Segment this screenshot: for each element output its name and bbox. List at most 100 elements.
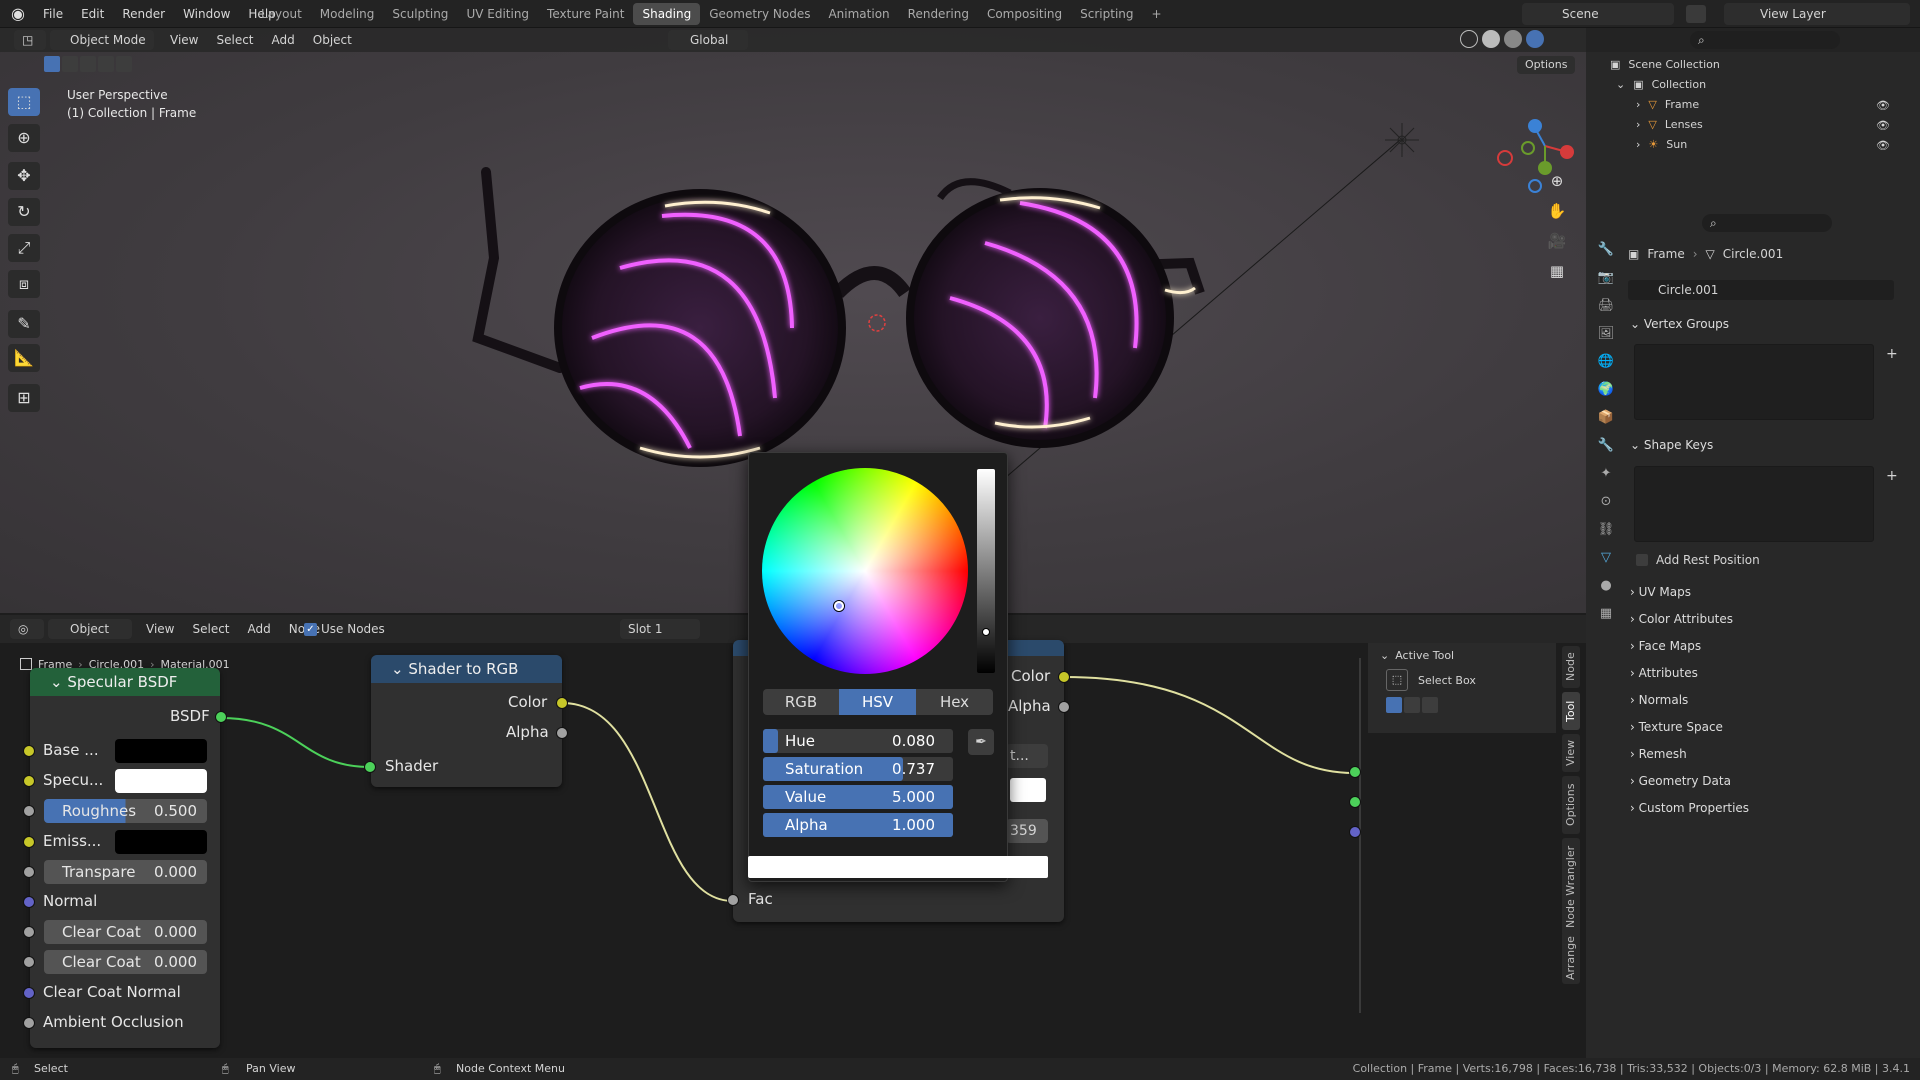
base-color-socket[interactable] — [23, 745, 35, 757]
outliner-item-frame[interactable]: › ▽ Frame — [1636, 94, 1699, 114]
ambient-occlusion-socket[interactable] — [23, 1017, 35, 1029]
roughness-socket[interactable] — [23, 805, 35, 817]
bsdf-output-socket[interactable] — [215, 711, 227, 723]
new-scene-icon[interactable] — [1686, 5, 1706, 23]
props-breadcrumb-mesh[interactable]: Circle.001 — [1723, 247, 1783, 261]
tab-geometry-nodes[interactable]: Geometry Nodes — [700, 3, 819, 25]
sidebar-tab-options[interactable]: Options — [1562, 776, 1580, 834]
mix-alpha-socket[interactable] — [1058, 701, 1070, 713]
select-box-tool[interactable]: ⬚ — [8, 88, 40, 116]
tab-shading[interactable]: Shading — [633, 3, 701, 25]
add-rest-position-checkbox[interactable] — [1636, 554, 1648, 566]
vertex-groups-header[interactable]: ⌄ Vertex Groups — [1630, 312, 1910, 336]
shape-keys-header[interactable]: ⌄ Shape Keys — [1630, 433, 1910, 457]
measure-tool[interactable]: 📐 — [8, 344, 40, 372]
expand-arrow-icon[interactable]: › — [1636, 118, 1640, 131]
normal-socket[interactable] — [23, 896, 35, 908]
color-wheel-cursor[interactable] — [834, 601, 844, 611]
options-button[interactable]: Options — [1517, 56, 1575, 74]
select-intersect-icon[interactable] — [116, 56, 132, 72]
visibility-icons[interactable]: 👁 👁 👁 — [1876, 96, 1890, 156]
clearcoat-socket[interactable] — [23, 926, 35, 938]
material-shading-icon[interactable] — [1504, 30, 1522, 48]
tab-modeling[interactable]: Modeling — [311, 3, 384, 25]
section-geometry-data[interactable]: › Geometry Data — [1630, 769, 1910, 793]
orientation-selector[interactable]: Global — [668, 30, 748, 50]
shape-keys-list[interactable] — [1634, 466, 1874, 542]
rendered-shading-icon[interactable] — [1526, 30, 1544, 48]
tab-animation[interactable]: Animation — [819, 3, 898, 25]
transform-tool[interactable]: ⧈ — [8, 270, 40, 298]
sidebar-tab-node-wrangler[interactable]: Node Wrangler — [1562, 838, 1580, 936]
vertex-groups-list[interactable] — [1634, 344, 1874, 420]
tab-uv-editing[interactable]: UV Editing — [457, 3, 538, 25]
properties-tabs[interactable]: 🔧 📷 🖨 🖼 🌐 🌍 📦 🔧 ✦ ⊙ ⛓ ▽ ● ▦ — [1594, 236, 1618, 736]
menu-view[interactable]: View — [170, 33, 198, 47]
section-attributes[interactable]: › Attributes — [1630, 661, 1910, 685]
tab-texture-paint[interactable]: Texture Paint — [538, 3, 633, 25]
output-surface-socket[interactable] — [1349, 766, 1361, 778]
menu-object[interactable]: Object — [313, 33, 352, 47]
select-new-icon[interactable] — [44, 56, 60, 72]
sidebar-tab-node[interactable]: Node — [1562, 646, 1580, 688]
section-color-attributes[interactable]: › Color Attributes — [1630, 607, 1910, 631]
outliner-item-lenses[interactable]: › ▽ Lenses — [1636, 114, 1703, 134]
scale-tool[interactable]: ⤢ — [8, 234, 40, 262]
clearcoat-normal-socket[interactable] — [23, 987, 35, 999]
menu-select[interactable]: Select — [216, 33, 253, 47]
editor-type-icon[interactable]: ◳ — [14, 30, 46, 50]
section-texture-space[interactable]: › Texture Space — [1630, 715, 1910, 739]
expand-arrow-icon[interactable]: ⌄ — [1616, 78, 1625, 91]
scene-selector[interactable]: Scene — [1522, 3, 1674, 25]
wireframe-shading-icon[interactable] — [1460, 30, 1478, 48]
tool-mode-subtract-icon[interactable] — [1422, 697, 1438, 713]
base-color-swatch[interactable] — [115, 739, 207, 763]
add-shape-key-icon[interactable]: + — [1886, 468, 1898, 484]
mesh-data-tab-icon[interactable]: ▽ — [1601, 550, 1611, 565]
mix-value-field[interactable]: 359 — [1006, 819, 1048, 843]
outliner-scene-collection[interactable]: ▣ Scene Collection — [1610, 54, 1720, 74]
emission-swatch[interactable] — [115, 830, 207, 854]
roughness-slider[interactable]: Roughnes 0.500 — [44, 799, 207, 823]
tab-scripting[interactable]: Scripting — [1071, 3, 1142, 25]
add-workspace-button[interactable]: + — [1143, 3, 1171, 25]
view-layer-selector[interactable]: View Layer — [1724, 3, 1910, 25]
select-invert-icon[interactable] — [98, 56, 114, 72]
menu-edit[interactable]: Edit — [72, 0, 113, 28]
tool-mode-new-icon[interactable] — [1386, 697, 1402, 713]
zoom-icon[interactable]: ⊕ — [1543, 168, 1571, 194]
tool-mode-extend-icon[interactable] — [1404, 697, 1420, 713]
saturation-field[interactable]: Saturation 0.737 — [763, 757, 953, 781]
mesh-name-field[interactable]: Circle.001 — [1628, 280, 1894, 300]
specular-socket[interactable] — [23, 775, 35, 787]
rotate-tool[interactable]: ↻ — [8, 198, 40, 226]
tab-sculpting[interactable]: Sculpting — [383, 3, 457, 25]
picker-tab-hex[interactable]: Hex — [916, 689, 993, 715]
add-cube-tool[interactable]: ⊞ — [8, 384, 40, 412]
expand-arrow-icon[interactable]: › — [1636, 138, 1640, 151]
pan-hand-icon[interactable]: ✋ — [1543, 198, 1571, 224]
add-rest-position-toggle[interactable]: Add Rest Position — [1636, 550, 1760, 570]
select-extend-icon[interactable] — [62, 56, 78, 72]
color-wheel[interactable] — [762, 468, 968, 674]
value-field[interactable]: Value 5.000 — [763, 785, 953, 809]
menu-file[interactable]: File — [34, 0, 72, 28]
outliner-item-sun[interactable]: › ☀ Sun — [1636, 134, 1687, 154]
sidebar-tab-view[interactable]: View — [1562, 734, 1580, 772]
move-tool[interactable]: ✥ — [8, 162, 40, 190]
transparency-slider[interactable]: Transpare 0.000 — [44, 860, 207, 884]
outliner-collection[interactable]: ⌄ ▣ Collection — [1616, 74, 1916, 94]
clearcoat-roughness-slider[interactable]: Clear Coat 0.000 — [44, 950, 207, 974]
active-tool-item[interactable]: ⬚ Select Box — [1368, 667, 1556, 693]
menu-render[interactable]: Render — [113, 0, 174, 28]
value-slider-handle[interactable] — [982, 628, 990, 636]
mix-fac-socket[interactable] — [727, 894, 739, 906]
tab-rendering[interactable]: Rendering — [899, 3, 978, 25]
specular-swatch[interactable] — [115, 769, 207, 793]
emission-socket[interactable] — [23, 836, 35, 848]
annotate-tool[interactable]: ✎ — [8, 310, 40, 338]
shader-rgb-color-socket[interactable] — [556, 697, 568, 709]
output-volume-socket[interactable] — [1349, 796, 1361, 808]
picker-tab-hsv[interactable]: HSV — [839, 689, 916, 715]
shader-rgb-header[interactable]: ⌄ Shader to RGB — [371, 655, 562, 683]
